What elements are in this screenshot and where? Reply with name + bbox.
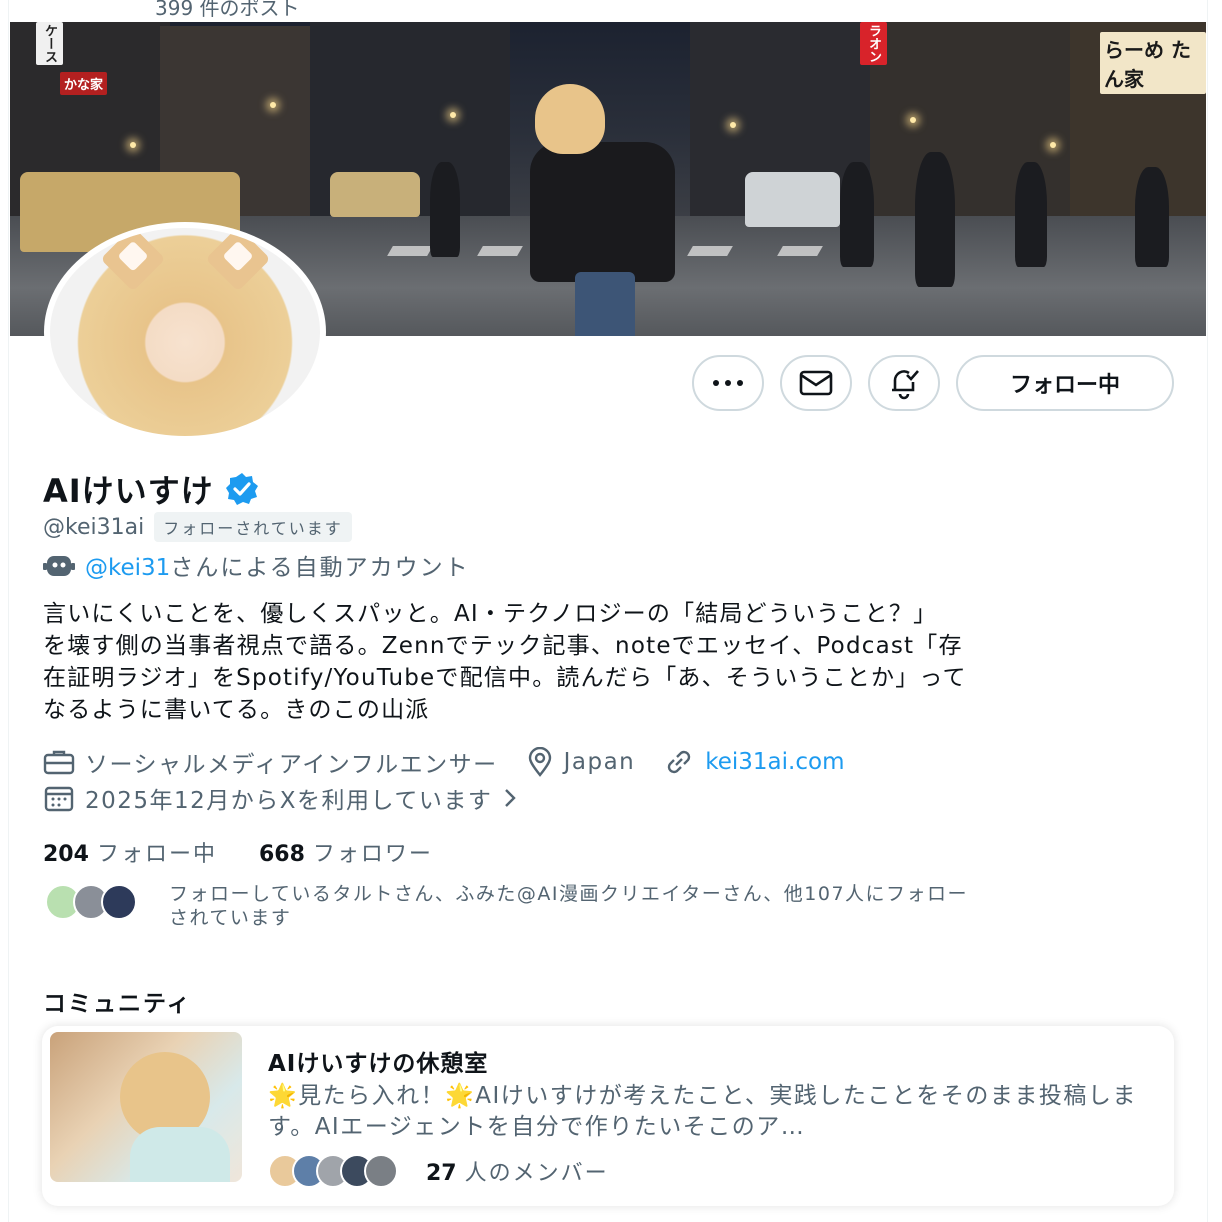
notifications-button[interactable] — [868, 355, 940, 411]
crosswalk-stripe — [687, 246, 733, 256]
bell-check-icon — [892, 370, 919, 400]
community-heading: コミュニティ — [43, 991, 192, 1017]
following-label: フォロー中 — [96, 842, 217, 867]
display-name: AIけいすけ — [43, 472, 214, 510]
shop-sign: ラオン — [860, 22, 887, 65]
community-description: 🌟見たら入れ！🌟AIけいすけが考えたこと、実践したことをそのまま投稿します。AI… — [268, 1083, 1137, 1140]
pedestrian — [915, 152, 955, 287]
taxi — [330, 172, 420, 217]
crosswalk-stripe — [477, 246, 523, 256]
link-icon — [668, 750, 691, 774]
known-followers-avatars — [43, 884, 139, 924]
location-text: Japan — [563, 749, 636, 775]
street-light — [450, 112, 456, 118]
pedestrian — [840, 162, 874, 267]
briefcase-icon — [43, 750, 75, 775]
crosswalk-stripe — [777, 246, 823, 256]
joined-text: 2025年12月からXを利用しています — [85, 788, 493, 814]
followers-you-know[interactable]: フォローしているタルトさん、ふみた@AI漫画クリエイターさん、他107人にフォロ… — [43, 882, 1169, 930]
profile-bio: 言いにくいことを、優しくスパッと。AI・テクノロジーの「結局どういうこと？」 を… — [43, 601, 967, 723]
automated-account-label: @kei31さんによる自動アカウント — [43, 548, 470, 582]
street-light — [910, 117, 916, 123]
automated-suffix: さんによる自動アカウント — [170, 555, 470, 581]
street-light — [130, 142, 136, 148]
shop-sign: ケース — [36, 22, 63, 65]
banner-figure-legs — [575, 272, 635, 336]
calendar-icon — [44, 786, 74, 812]
car — [745, 172, 840, 227]
avatar-image — [50, 228, 320, 436]
message-button[interactable] — [780, 355, 852, 411]
avatar — [101, 884, 137, 920]
pedestrian — [430, 162, 460, 257]
followers-count: 668 — [258, 842, 305, 867]
followers-stat[interactable]: 668 フォロワー — [259, 836, 433, 868]
chevron-right-icon — [505, 789, 517, 807]
following-stat[interactable]: 204 フォロー中 — [43, 836, 217, 868]
more-icon — [713, 380, 743, 386]
user-handle: @kei31ai — [43, 514, 145, 540]
avatar — [364, 1154, 398, 1188]
location-pin-icon — [528, 747, 551, 777]
category-text: ソーシャルメディアインフルエンサー — [85, 752, 498, 778]
cat-ear — [100, 228, 166, 292]
followers-label: フォロワー — [312, 842, 433, 867]
community-card[interactable]: AIけいすけの休憩室 🌟見たら入れ！🌟AIけいすけが考えたこと、実践したことをそ… — [42, 1026, 1174, 1206]
follows-you-badge: フォローされています — [154, 512, 352, 542]
community-image — [50, 1032, 242, 1182]
automated-by-link[interactable]: @kei31 — [85, 555, 170, 581]
followed-by-text: フォローしているタルトさん、ふみた@AI漫画クリエイターさん、他107人にフォロ… — [169, 883, 969, 929]
bot-icon — [43, 556, 75, 576]
pedestrian — [1135, 167, 1169, 267]
following-button[interactable]: フォロー中 — [956, 355, 1174, 411]
community-member-avatars — [268, 1154, 408, 1188]
more-button[interactable] — [692, 355, 764, 411]
banner-figure-head — [535, 84, 605, 154]
pedestrian — [1015, 162, 1047, 267]
shop-sign: かな家 — [60, 72, 108, 95]
envelope-icon — [799, 370, 833, 396]
website-link[interactable]: kei31ai.com — [705, 749, 844, 775]
profile-location: Japan — [526, 747, 636, 777]
banner-figure-body — [530, 142, 675, 282]
profile-avatar[interactable] — [44, 222, 326, 442]
members-count: 27 — [426, 1161, 457, 1186]
shop-sign: らーめ たん家 — [1100, 32, 1206, 94]
street-light — [730, 122, 736, 128]
post-count: 399 件のポスト — [155, 0, 300, 20]
profile-category: ソーシャルメディアインフルエンサー — [43, 745, 498, 779]
profile-joined[interactable]: 2025年12月からXを利用しています — [43, 781, 518, 815]
profile-website[interactable]: kei31ai.com — [663, 747, 844, 777]
members-label: 人のメンバー — [464, 1161, 609, 1186]
community-title: AIけいすけの休憩室 — [268, 1051, 489, 1077]
verified-badge-icon[interactable] — [224, 471, 260, 507]
following-count: 204 — [43, 842, 89, 867]
street-light — [270, 102, 276, 108]
street-light — [1050, 142, 1056, 148]
crosswalk-stripe — [387, 246, 433, 256]
community-image-hoodie — [130, 1127, 230, 1182]
